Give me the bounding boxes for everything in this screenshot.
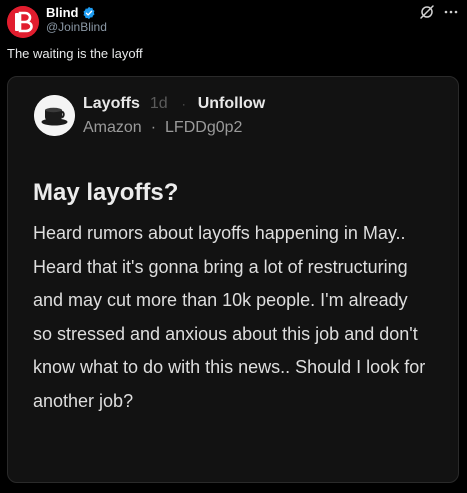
poster-username: LFDDg0p2: [165, 119, 243, 136]
tweet-text: The waiting is the layoff: [7, 46, 143, 61]
channel-name[interactable]: Layoffs: [83, 94, 140, 114]
grok-icon[interactable]: [419, 4, 435, 20]
post-body: Heard rumors about layoffs happening in …: [33, 223, 426, 411]
company-name: Amazon: [83, 119, 142, 136]
author-name[interactable]: Blind: [46, 5, 79, 21]
coffee-cup-icon[interactable]: [34, 95, 75, 136]
post-title: May layoffs?: [33, 179, 179, 206]
separator-dot: ·: [181, 97, 186, 111]
embedded-post-card[interactable]: Layoffs 1d · Unfollow Amazon · LFDDg0p2 …: [7, 76, 459, 483]
post-age: 1d: [149, 95, 168, 112]
blind-logo-icon[interactable]: [7, 6, 39, 38]
author-handle[interactable]: @JoinBlind: [46, 20, 107, 34]
channel-row: Layoffs 1d · Unfollow: [83, 94, 265, 114]
header-actions: [419, 4, 459, 20]
more-dots-icon[interactable]: [443, 4, 459, 20]
author-name-row: Blind: [46, 5, 96, 21]
poster-meta-row: Amazon · LFDDg0p2: [83, 118, 242, 138]
tweet-header: Blind @JoinBlind: [0, 0, 467, 40]
unfollow-button[interactable]: Unfollow: [198, 94, 266, 114]
verified-badge-icon: [82, 6, 96, 20]
meta-separator-dot: ·: [150, 119, 157, 136]
